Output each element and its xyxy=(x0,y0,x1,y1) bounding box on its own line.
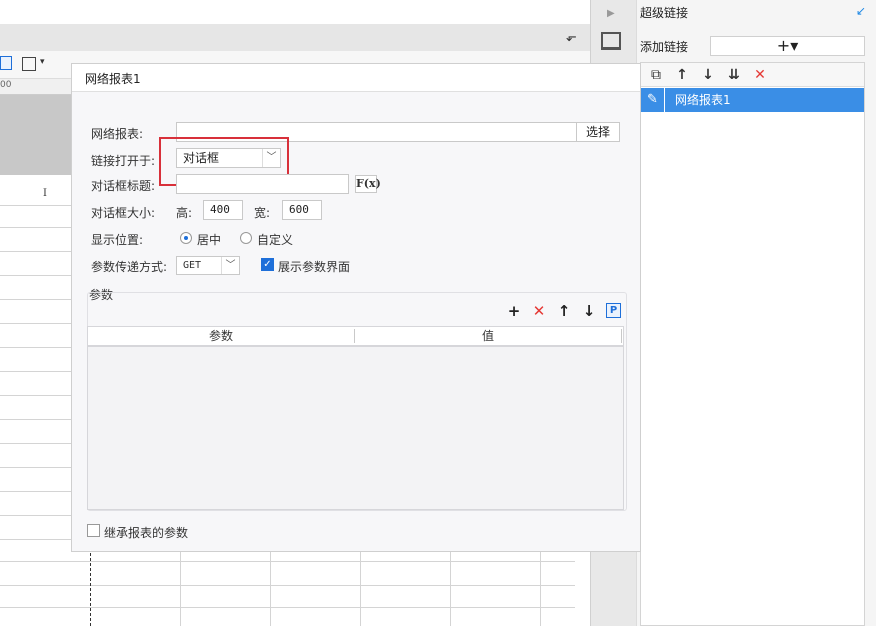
position-center-radio[interactable] xyxy=(180,232,192,244)
width-label: 宽: xyxy=(254,206,271,220)
inherit-params-checkbox[interactable] xyxy=(87,524,100,537)
link-item-label: 网络报表1 xyxy=(675,93,731,107)
arrow-up-icon[interactable]: ↑ xyxy=(673,66,691,84)
select-report-button[interactable]: 选择 xyxy=(576,122,620,142)
arrow-down-icon[interactable]: ↓ xyxy=(699,66,717,84)
format-painter-icon[interactable]: ⬐ xyxy=(566,30,577,45)
move-up-icon[interactable]: ↑ xyxy=(556,303,572,319)
collapse-icon[interactable]: ↙ xyxy=(856,4,870,18)
add-link-label: 添加链接 xyxy=(640,40,689,54)
method-value: GET xyxy=(183,260,202,271)
edit-icon[interactable]: ✎ xyxy=(641,88,665,112)
open-in-label: 链接打开于: xyxy=(91,154,156,168)
add-param-icon[interactable]: + xyxy=(506,303,522,319)
height-label: 高: xyxy=(176,206,193,220)
dialog-size-label: 对话框大小: xyxy=(91,206,156,220)
position-label: 显示位置: xyxy=(91,233,144,247)
show-param-label[interactable]: 展示参数界面 xyxy=(278,258,350,275)
formula-button[interactable]: F(x) xyxy=(355,175,381,193)
width-input[interactable]: 600 xyxy=(282,200,322,220)
position-center-label[interactable]: 居中 xyxy=(197,231,221,248)
border-icon[interactable] xyxy=(22,57,36,71)
method-select[interactable]: GET ﹀ xyxy=(176,256,240,275)
value-column-header[interactable]: 值 xyxy=(355,327,621,345)
align-icon[interactable] xyxy=(0,56,12,70)
position-custom-radio[interactable] xyxy=(240,232,252,244)
position-custom-label[interactable]: 自定义 xyxy=(257,231,293,248)
link-list xyxy=(640,62,865,626)
copy-icon[interactable]: ⧉ xyxy=(647,66,665,84)
dialog-title: 网络报表1 xyxy=(85,72,141,86)
method-label: 参数传递方式: xyxy=(91,260,168,274)
link-list-toolbar: ⧉ ↑ ↓ ⇊ ✕ xyxy=(641,63,864,87)
link-list-item[interactable]: ✎ 网络报表1 xyxy=(641,88,864,112)
delete-param-icon[interactable]: ✕ xyxy=(531,303,547,319)
param-column-header[interactable]: 参数 xyxy=(88,327,354,345)
params-table xyxy=(87,326,624,510)
report-header-area xyxy=(0,95,72,175)
dialog-title-label: 对话框标题: xyxy=(91,179,156,193)
delete-icon[interactable]: ✕ xyxy=(751,66,769,84)
add-link-button[interactable]: +▾ xyxy=(710,36,865,56)
tab-bar: ⬐ xyxy=(0,24,590,51)
panel-title: 超级链接 xyxy=(640,6,689,20)
dialog-title-input[interactable] xyxy=(176,174,349,194)
ruler-label: 00 xyxy=(0,80,12,90)
chevron-down-icon[interactable]: ▾ xyxy=(40,57,45,67)
dialog-header xyxy=(72,64,640,92)
chevron-down-icon: ﹀ xyxy=(221,257,239,274)
ruler: 00 xyxy=(0,79,72,95)
report-label: 网络报表: xyxy=(91,127,144,141)
show-param-checkbox[interactable]: ✓ xyxy=(261,258,274,271)
move-down-icon[interactable]: ↓ xyxy=(581,303,597,319)
inherit-params-label[interactable]: 继承报表的参数 xyxy=(104,524,188,541)
hyperlink-panel-icon[interactable] xyxy=(601,32,621,50)
params-table-header: 参数 值 xyxy=(88,327,623,347)
top-blank-area xyxy=(0,0,590,24)
sort-icon[interactable]: ⇊ xyxy=(725,66,743,84)
height-input[interactable]: 400 xyxy=(203,200,243,220)
chevron-right-icon[interactable]: ▶ xyxy=(607,8,615,19)
param-panel-icon[interactable]: P xyxy=(606,303,621,318)
